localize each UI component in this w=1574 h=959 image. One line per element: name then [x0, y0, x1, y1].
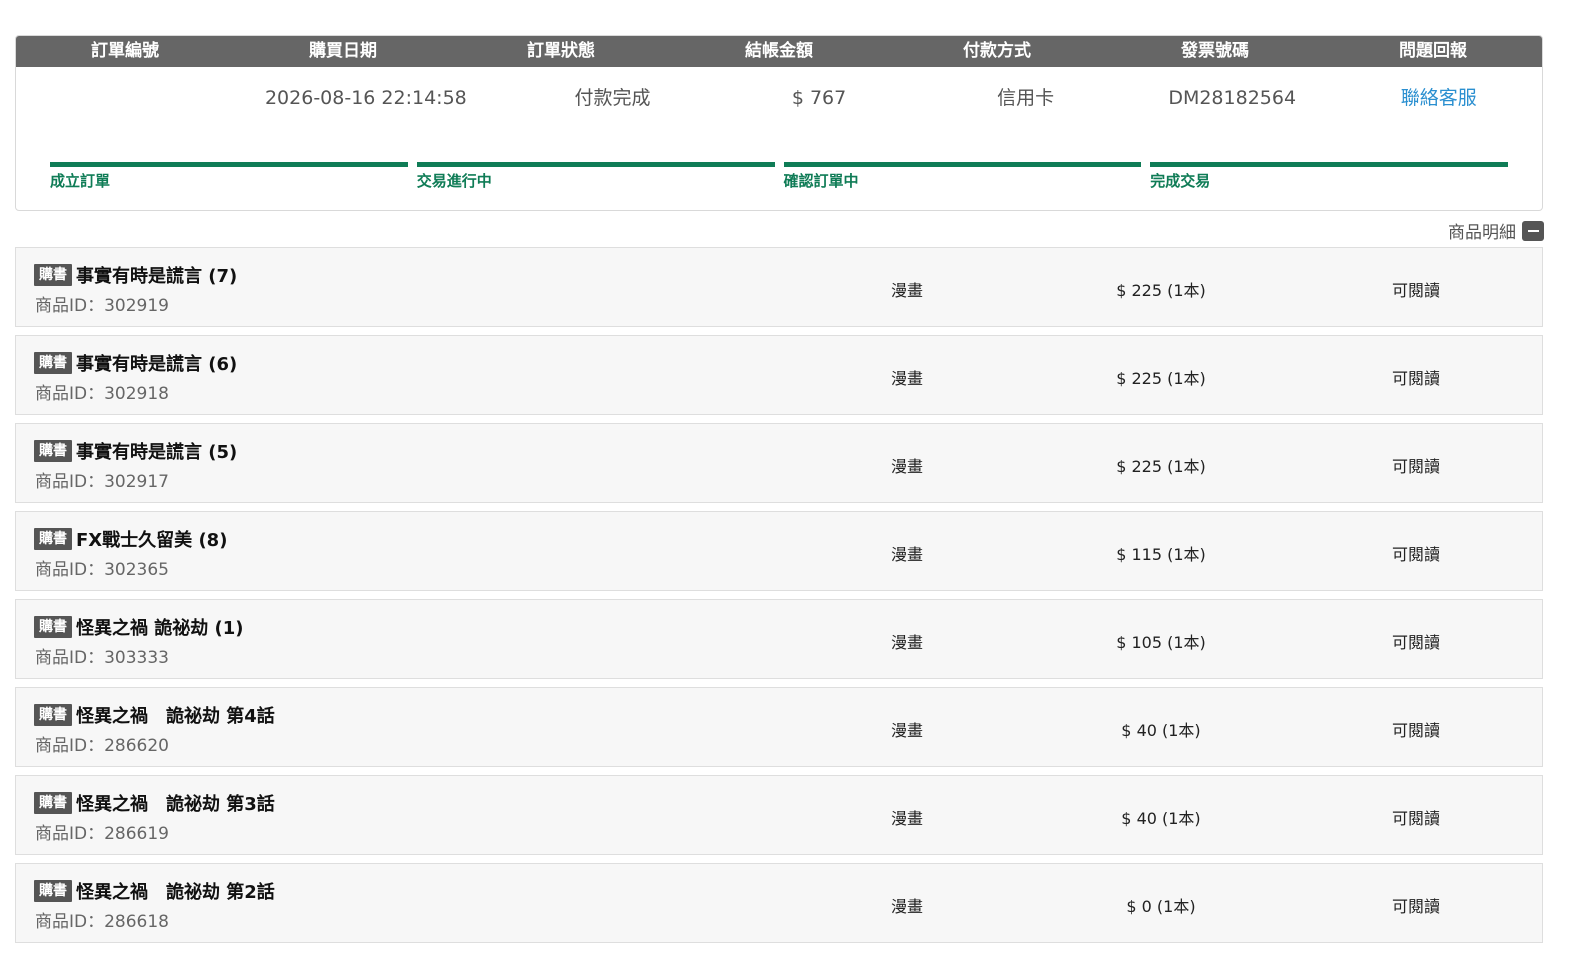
product-category: 漫畫 — [891, 897, 924, 916]
progress-step-label: 成立訂單 — [50, 172, 111, 190]
order-values-row: 2026-08-16 22:14:58 付款完成 $ 767 信用卡 DM281… — [16, 67, 1542, 135]
product-name-line: 購書 怪異之禍 詭祕劫 第2話 — [34, 878, 275, 904]
read-button[interactable]: 可閱讀 — [1392, 453, 1440, 477]
product-name-line: 購書 事實有時是謊言 (5) — [34, 438, 237, 464]
purchase-badge: 購書 — [34, 792, 72, 814]
progress-bar — [783, 162, 1142, 167]
product-id: 商品ID：302919 — [35, 296, 169, 316]
collapse-minus-icon[interactable] — [1522, 220, 1544, 241]
product-id: 商品ID：302918 — [35, 384, 169, 404]
product-price: $ 0 (1本) — [1126, 897, 1196, 916]
product-price: $ 105 (1本) — [1116, 633, 1206, 652]
invoice-value: DM28182564 — [1168, 87, 1297, 109]
product-name-line: 購書 怪異之禍 詭祕劫 第3話 — [34, 790, 275, 816]
product-title[interactable]: 怪異之禍 詭祕劫 第4話 — [76, 702, 275, 728]
progress-step-label: 交易進行中 — [416, 172, 492, 190]
product-row: 購書 事實有時是謊言 (5) 商品ID：302917 漫畫 $ 225 (1本)… — [15, 423, 1543, 503]
purchase-badge: 購書 — [34, 440, 72, 462]
header-payment: 付款方式 — [963, 41, 1031, 61]
progress-bar — [1150, 162, 1508, 167]
purchase-badge: 購書 — [34, 880, 72, 902]
product-title[interactable]: 怪異之禍 詭祕劫 第3話 — [76, 790, 275, 816]
product-name-line: 購書 FX戰士久留美 (8) — [34, 526, 227, 552]
product-id: 商品ID：286620 — [35, 736, 169, 756]
order-page: 訂單編號 購買日期 訂單狀態 結帳金額 付款方式 發票號碼 問題回報 2026-… — [0, 0, 1574, 959]
order-header-row: 訂單編號 購買日期 訂單狀態 結帳金額 付款方式 發票號碼 問題回報 — [16, 36, 1542, 67]
product-category: 漫畫 — [891, 281, 924, 300]
progress-step-label: 確認訂單中 — [783, 172, 859, 190]
product-row: 購書 事實有時是謊言 (7) 商品ID：302919 漫畫 $ 225 (1本)… — [15, 247, 1543, 327]
purchase-badge: 購書 — [34, 616, 72, 638]
product-price: $ 40 (1本) — [1121, 721, 1201, 740]
product-name-line: 購書 事實有時是謊言 (7) — [34, 262, 237, 288]
product-id: 商品ID：303333 — [35, 648, 169, 668]
read-button[interactable]: 可閱讀 — [1392, 893, 1440, 917]
product-name-line: 購書 怪異之禍 詭祕劫 (1) — [34, 614, 244, 640]
product-detail-label: 商品明細 — [1448, 223, 1516, 243]
product-price: $ 40 (1本) — [1121, 809, 1201, 828]
read-button[interactable]: 可閱讀 — [1392, 805, 1440, 829]
header-order-status: 訂單狀態 — [527, 41, 595, 61]
purchase-date-value: 2026-08-16 22:14:58 — [264, 87, 467, 109]
product-title[interactable]: 事實有時是謊言 (7) — [76, 262, 237, 288]
product-title[interactable]: 事實有時是謊言 (6) — [76, 350, 237, 376]
read-button[interactable]: 可閱讀 — [1392, 629, 1440, 653]
order-summary: 訂單編號 購買日期 訂單狀態 結帳金額 付款方式 發票號碼 問題回報 2026-… — [15, 35, 1543, 211]
progress-bar — [50, 162, 408, 167]
product-id: 商品ID：286619 — [35, 824, 169, 844]
product-title[interactable]: 怪異之禍 詭祕劫 第2話 — [76, 878, 275, 904]
progress-step-confirming: 確認訂單中 — [783, 162, 1142, 191]
progress-step-complete: 完成交易 — [1150, 162, 1508, 191]
order-progress: 成立訂單 交易進行中 確認訂單中 完成交易 — [50, 162, 1508, 191]
product-row: 購書 怪異之禍 詭祕劫 第2話 商品ID：286618 漫畫 $ 0 (1本) … — [15, 863, 1543, 943]
product-category: 漫畫 — [891, 545, 924, 564]
product-id: 商品ID：286618 — [35, 912, 169, 932]
product-detail-toggle[interactable]: 商品明細 — [1448, 218, 1544, 243]
product-row: 購書 怪異之禍 詭祕劫 第3話 商品ID：286619 漫畫 $ 40 (1本)… — [15, 775, 1543, 855]
progress-step-processing: 交易進行中 — [416, 162, 775, 191]
contact-support-link[interactable]: 聯絡客服 — [1335, 84, 1542, 135]
product-title[interactable]: 事實有時是謊言 (5) — [76, 438, 237, 464]
purchase-badge: 購書 — [34, 264, 72, 286]
product-price: $ 225 (1本) — [1116, 369, 1206, 388]
purchase-badge: 購書 — [34, 352, 72, 374]
order-status-value: 付款完成 — [574, 87, 651, 109]
header-invoice: 發票號碼 — [1181, 41, 1249, 61]
product-category: 漫畫 — [891, 809, 924, 828]
product-name-line: 購書 怪異之禍 詭祕劫 第4話 — [34, 702, 275, 728]
header-amount: 結帳金額 — [745, 41, 813, 61]
product-list: 購書 事實有時是謊言 (7) 商品ID：302919 漫畫 $ 225 (1本)… — [15, 247, 1543, 951]
purchase-badge: 購書 — [34, 528, 72, 550]
read-button[interactable]: 可閱讀 — [1392, 717, 1440, 741]
progress-step-created: 成立訂單 — [50, 162, 408, 191]
header-report: 問題回報 — [1399, 41, 1467, 61]
product-id: 商品ID：302917 — [35, 472, 169, 492]
progress-step-label: 完成交易 — [1150, 172, 1211, 190]
read-button[interactable]: 可閱讀 — [1392, 541, 1440, 565]
amount-value: $ 767 — [791, 87, 847, 109]
product-row: 購書 事實有時是謊言 (6) 商品ID：302918 漫畫 $ 225 (1本)… — [15, 335, 1543, 415]
product-name-line: 購書 事實有時是謊言 (6) — [34, 350, 237, 376]
read-button[interactable]: 可閱讀 — [1392, 365, 1440, 389]
product-category: 漫畫 — [891, 721, 924, 740]
product-category: 漫畫 — [891, 457, 924, 476]
product-category: 漫畫 — [891, 633, 924, 652]
product-price: $ 225 (1本) — [1116, 457, 1206, 476]
product-title[interactable]: 怪異之禍 詭祕劫 (1) — [76, 614, 244, 640]
order-id-value — [16, 84, 223, 135]
header-purchase-date: 購買日期 — [309, 41, 377, 61]
read-button[interactable]: 可閱讀 — [1392, 277, 1440, 301]
product-price: $ 115 (1本) — [1116, 545, 1206, 564]
product-category: 漫畫 — [891, 369, 924, 388]
purchase-badge: 購書 — [34, 704, 72, 726]
product-row: 購書 怪異之禍 詭祕劫 第4話 商品ID：286620 漫畫 $ 40 (1本)… — [15, 687, 1543, 767]
product-title[interactable]: FX戰士久留美 (8) — [76, 526, 227, 552]
product-price: $ 225 (1本) — [1116, 281, 1206, 300]
product-row: 購書 怪異之禍 詭祕劫 (1) 商品ID：303333 漫畫 $ 105 (1本… — [15, 599, 1543, 679]
progress-bar — [416, 162, 775, 167]
payment-value: 信用卡 — [997, 87, 1055, 109]
product-row: 購書 FX戰士久留美 (8) 商品ID：302365 漫畫 $ 115 (1本)… — [15, 511, 1543, 591]
product-id: 商品ID：302365 — [35, 560, 169, 580]
header-order-id: 訂單編號 — [91, 41, 159, 61]
